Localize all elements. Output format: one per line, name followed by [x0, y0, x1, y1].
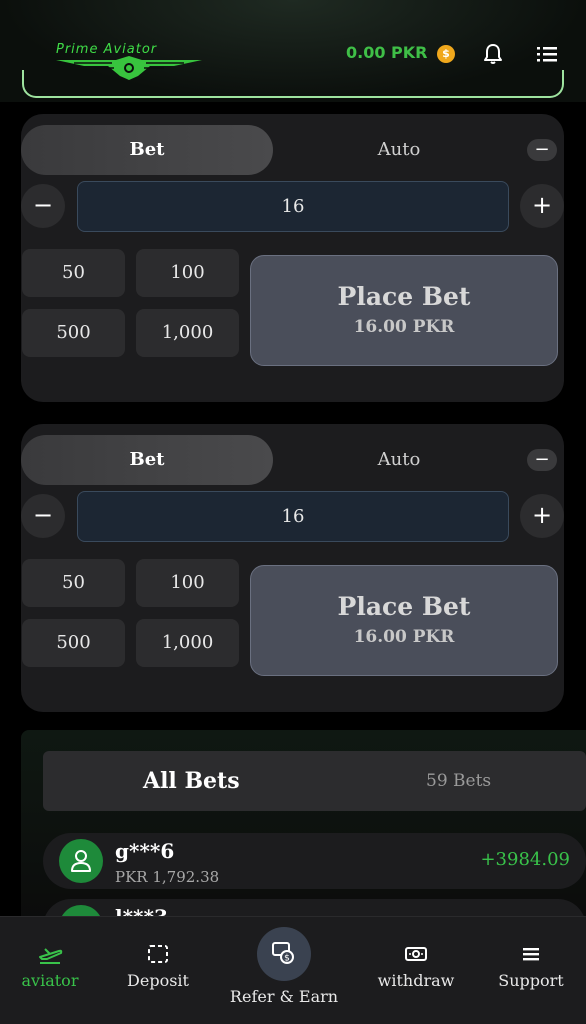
menu-list-icon[interactable] [535, 43, 559, 65]
nav-deposit-label: Deposit [127, 971, 189, 990]
bet-amount-input[interactable]: 16 [77, 181, 509, 232]
nav-withdraw[interactable]: withdraw [366, 943, 466, 990]
game-frame-border [22, 70, 564, 98]
nav-refer-earn[interactable]: $ Refer & Earn [220, 927, 348, 1006]
tab-auto[interactable]: Auto [273, 125, 525, 175]
bet-mode-tabs: Bet Auto − [21, 435, 564, 485]
nav-withdraw-label: withdraw [377, 971, 455, 990]
nav-refer-label: Refer & Earn [229, 987, 339, 1006]
app-header: Prime Aviator 0.00 PKR $ [0, 0, 586, 102]
nav-support-label: Support [498, 971, 564, 990]
increase-amount-button[interactable]: + [520, 184, 564, 228]
bet-stake: PKR 1,792.38 [115, 868, 220, 886]
quick-amount-1000[interactable]: 1,000 [136, 619, 239, 667]
quick-amount-1000[interactable]: 1,000 [136, 309, 239, 357]
coin-icon: $ [437, 45, 455, 63]
hamburger-menu-icon [523, 948, 539, 961]
nav-support[interactable]: Support [481, 943, 581, 990]
tab-bet[interactable]: Bet [21, 125, 273, 175]
all-bets-header[interactable]: All Bets 59 Bets [43, 751, 586, 811]
nav-aviator-label: aviator [21, 971, 79, 990]
quick-amount-500[interactable]: 500 [22, 309, 125, 357]
bet-panel-2: Bet Auto − − 16 + 50 100 500 1,000 Place… [21, 424, 564, 712]
money-exchange-icon: $ [272, 942, 294, 964]
quick-amount-500[interactable]: 500 [22, 619, 125, 667]
plane-takeoff-icon [39, 948, 63, 964]
bottom-navigation: aviator Deposit $ Refer & Earn withdraw [0, 916, 586, 1024]
bell-icon[interactable] [481, 42, 505, 66]
all-bets-title: All Bets [143, 768, 240, 794]
bet-username: g***6 [115, 839, 175, 863]
bet-panel-1: Bet Auto − − 16 + 50 100 500 1,000 Place… [21, 114, 564, 402]
increase-amount-button[interactable]: + [520, 494, 564, 538]
quick-amount-100[interactable]: 100 [136, 249, 239, 297]
place-bet-amount: 16.00 PKR [353, 317, 455, 337]
quick-amount-50[interactable]: 50 [22, 559, 125, 607]
refer-icon-circle: $ [257, 927, 311, 981]
user-icon [71, 850, 91, 872]
cash-icon [405, 947, 427, 961]
tab-bet[interactable]: Bet [21, 435, 273, 485]
svg-text:$: $ [284, 954, 290, 964]
bet-winnings: +3984.09 [480, 849, 570, 870]
bet-list-item: g***6 PKR 1,792.38 +3984.09 [43, 833, 586, 889]
tab-auto[interactable]: Auto [273, 435, 525, 485]
all-bets-section: All Bets 59 Bets g***6 PKR 1,792.38 +398… [21, 730, 586, 955]
decrease-amount-button[interactable]: − [21, 494, 65, 538]
place-bet-amount: 16.00 PKR [353, 627, 455, 647]
bet-mode-tabs: Bet Auto − [21, 125, 564, 175]
place-bet-button[interactable]: Place Bet 16.00 PKR [250, 565, 558, 676]
decrease-amount-button[interactable]: − [21, 184, 65, 228]
nav-deposit[interactable]: Deposit [108, 943, 208, 990]
nav-aviator[interactable]: aviator [0, 943, 100, 990]
place-bet-label: Place Bet [337, 282, 471, 311]
bets-count: 59 Bets [426, 771, 492, 791]
place-bet-label: Place Bet [337, 592, 471, 621]
deposit-icon [148, 945, 168, 963]
quick-amount-100[interactable]: 100 [136, 559, 239, 607]
quick-amount-50[interactable]: 50 [22, 249, 125, 297]
place-bet-button[interactable]: Place Bet 16.00 PKR [250, 255, 558, 366]
avatar [59, 839, 103, 883]
bet-amount-input[interactable]: 16 [77, 491, 509, 542]
balance-display: 0.00 PKR [346, 43, 428, 62]
collapse-panel-button[interactable]: − [527, 139, 557, 161]
collapse-panel-button[interactable]: − [527, 449, 557, 471]
